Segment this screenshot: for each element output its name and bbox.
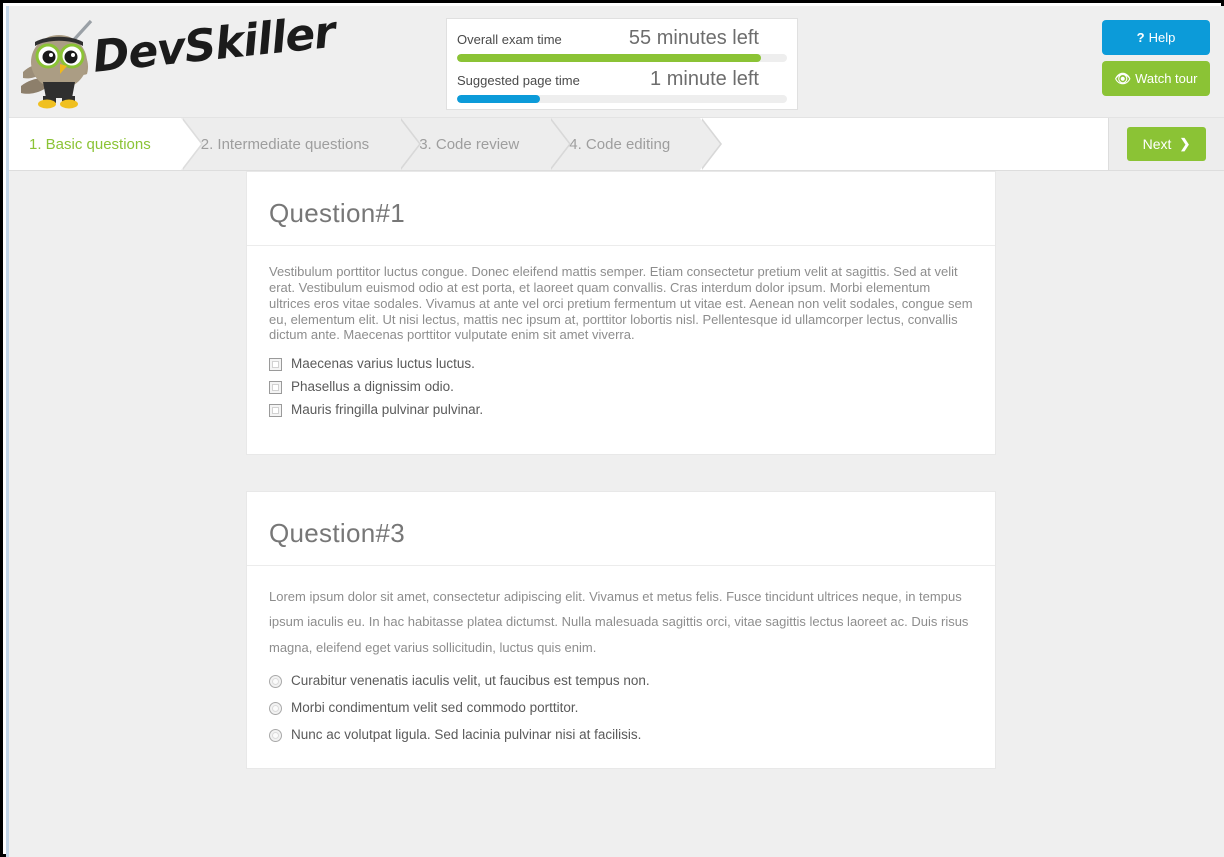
header-action-buttons: ? Help 👁 Watch tour xyxy=(1102,20,1210,96)
brand-wordmark: DevSkiller xyxy=(90,6,338,83)
overall-exam-time-label: Overall exam time xyxy=(457,32,562,47)
overall-exam-progress-fill xyxy=(457,54,761,62)
help-button[interactable]: ? Help xyxy=(1102,20,1210,55)
option-item[interactable]: Morbi condimentum velit sed commodo port… xyxy=(269,700,973,716)
chevron-right-icon: ❯ xyxy=(1179,136,1191,151)
radio-button-icon[interactable] xyxy=(269,675,282,689)
tab-code-review-label: 3. Code review xyxy=(419,135,520,153)
question-body: Lorem ipsum dolor sit amet, consectetur … xyxy=(247,566,995,743)
exam-content-area: Question#1 Vestibulum porttitor luctus c… xyxy=(9,171,1224,857)
option-item[interactable]: Nunc ac volutpat ligula. Sed lacinia pul… xyxy=(269,727,973,743)
option-label: Maecenas varius luctus luctus. xyxy=(291,356,475,372)
suggested-page-time-label: Suggested page time xyxy=(457,73,580,88)
option-item[interactable]: Curabitur venenatis iaculis velit, ut fa… xyxy=(269,673,973,689)
question-text: Lorem ipsum dolor sit amet, consectetur … xyxy=(269,589,969,655)
tabbar-filler xyxy=(700,118,1031,170)
option-label: Curabitur venenatis iaculis velit, ut fa… xyxy=(291,673,650,689)
brand-logo[interactable]: DevSkiller xyxy=(17,7,337,110)
next-button[interactable]: Next ❯ xyxy=(1127,127,1206,161)
tab-code-review[interactable]: 3. Code review xyxy=(399,118,572,170)
option-item[interactable]: Mauris fringilla pulvinar pulvinar. xyxy=(269,402,973,418)
option-label: Mauris fringilla pulvinar pulvinar. xyxy=(291,402,484,418)
question-body: Vestibulum porttitor luctus congue. Done… xyxy=(247,246,995,418)
exam-section-tabbar: 1. Basic questions 2. Intermediate quest… xyxy=(9,118,1224,171)
question-options-checkbox: Maecenas varius luctus luctus. Phasellus… xyxy=(269,356,973,418)
checkbox-icon[interactable] xyxy=(269,381,282,395)
tab-code-editing[interactable]: 4. Code editing xyxy=(549,118,723,170)
option-item[interactable]: Maecenas varius luctus luctus. xyxy=(269,356,973,372)
checkbox-icon[interactable] xyxy=(269,358,282,372)
eye-icon: 👁 xyxy=(1114,71,1132,86)
tab-code-editing-label: 4. Code editing xyxy=(569,135,671,153)
page-time-progress-fill xyxy=(457,95,540,103)
help-button-label: Help xyxy=(1148,30,1176,45)
question-title: Question#3 xyxy=(247,492,995,566)
radio-button-icon[interactable] xyxy=(269,729,282,743)
watch-tour-button-label: Watch tour xyxy=(1135,71,1198,86)
overall-exam-time-value: 55 minutes left xyxy=(628,27,759,49)
question-card: Question#1 Vestibulum porttitor luctus c… xyxy=(246,171,996,455)
browser-window-frame: DevSkiller Overall exam time 55 minutes … xyxy=(0,0,1224,857)
option-item[interactable]: Phasellus a dignissim odio. xyxy=(269,379,973,395)
exam-timer-panel: Overall exam time 55 minutes left Sugges… xyxy=(446,18,798,110)
option-label: Morbi condimentum velit sed commodo port… xyxy=(291,700,579,716)
tab-intermediate-questions[interactable]: 2. Intermediate questions xyxy=(180,118,422,170)
question-text: Vestibulum porttitor luctus congue. Done… xyxy=(269,264,973,343)
question-card: Question#3 Lorem ipsum dolor sit amet, c… xyxy=(246,491,996,769)
exam-section-tabs: 1. Basic questions 2. Intermediate quest… xyxy=(9,118,1031,170)
tab-intermediate-questions-label: 2. Intermediate questions xyxy=(200,135,370,153)
suggested-page-time-value: 1 minute left xyxy=(650,68,759,90)
question-title: Question#1 xyxy=(247,172,995,246)
page-header: DevSkiller Overall exam time 55 minutes … xyxy=(9,6,1224,118)
option-label: Nunc ac volutpat ligula. Sed lacinia pul… xyxy=(291,727,642,743)
overall-exam-timer: Overall exam time 55 minutes left xyxy=(457,27,787,68)
checkbox-icon[interactable] xyxy=(269,404,282,418)
tab-basic-questions-label: 1. Basic questions xyxy=(29,135,151,153)
next-button-container: Next ❯ xyxy=(1108,118,1224,170)
page-time-progress-track xyxy=(457,95,787,103)
page-viewport: DevSkiller Overall exam time 55 minutes … xyxy=(6,6,1224,857)
question-mark-icon: ? xyxy=(1136,30,1145,45)
overall-exam-progress-track xyxy=(457,54,787,62)
radio-button-icon[interactable] xyxy=(269,702,282,716)
page-time-timer: Suggested page time 1 minute left xyxy=(457,68,787,109)
question-options-radio: Curabitur venenatis iaculis velit, ut fa… xyxy=(269,673,973,743)
tab-basic-questions[interactable]: 1. Basic questions xyxy=(9,118,203,170)
watch-tour-button[interactable]: 👁 Watch tour xyxy=(1102,61,1210,96)
option-label: Phasellus a dignissim odio. xyxy=(291,379,454,395)
next-button-label: Next xyxy=(1142,136,1172,152)
